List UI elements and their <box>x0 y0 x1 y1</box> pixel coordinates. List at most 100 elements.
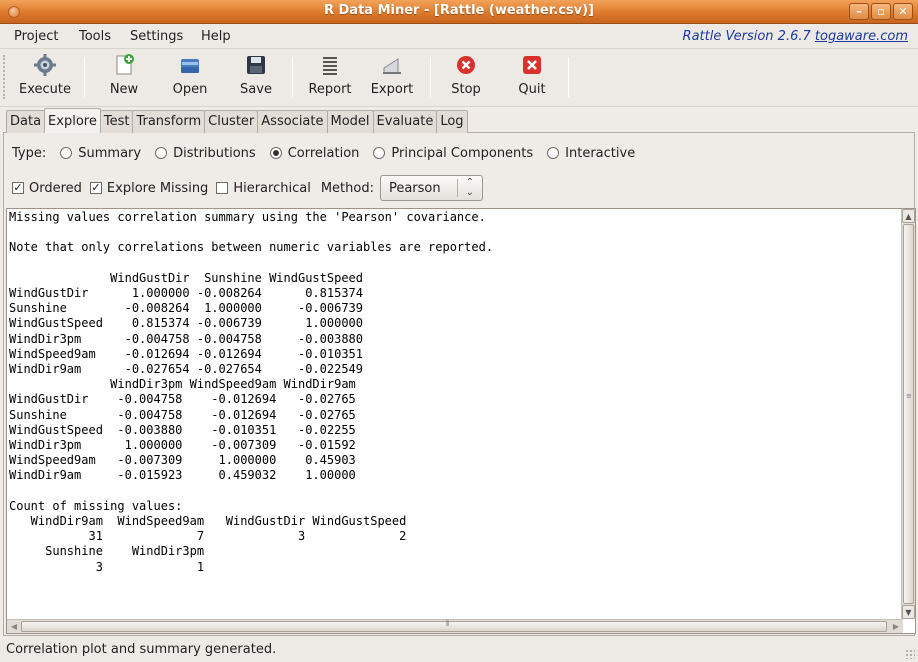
new-document-icon <box>112 53 136 77</box>
vertical-scrollbar[interactable]: ▲ ≡ ▼ <box>901 209 915 619</box>
tab-log[interactable]: Log <box>436 110 468 133</box>
checkbox-checked: ✓ <box>12 181 24 194</box>
radio-interactive-label: Interactive <box>565 145 636 161</box>
hierarchical-checkbox[interactable]: Hierarchical <box>216 180 311 196</box>
report-icon <box>318 53 342 77</box>
tab-test[interactable]: Test <box>99 110 134 133</box>
scroll-right-arrow-icon[interactable]: ▶ <box>889 620 903 633</box>
output-line: WindSpeed9am -0.007309 1.000000 0.45903 <box>9 453 356 468</box>
tab-transform[interactable]: Transform <box>132 110 206 133</box>
toolbar-separator <box>84 57 85 97</box>
scroll-down-arrow-icon[interactable]: ▼ <box>902 605 915 619</box>
checkbox-checked: ✓ <box>89 181 102 194</box>
menu-help[interactable]: Help <box>201 29 231 44</box>
export-button[interactable]: Export <box>362 53 422 103</box>
radio-summary-label: Summary <box>78 145 142 161</box>
tab-associate[interactable]: Associate <box>257 110 328 133</box>
stop-label: Stop <box>451 82 481 97</box>
stop-button[interactable]: Stop <box>438 53 494 103</box>
radio-indicator-selected <box>269 147 282 159</box>
menu-project[interactable]: Project <box>14 29 58 44</box>
tab-model[interactable]: Model <box>326 110 374 133</box>
horizontal-scrollbar[interactable]: ◀ ⦀ ▶ <box>7 619 903 633</box>
toolbar: Execute New Open Save Report Export Stop… <box>0 49 918 107</box>
output-line: WindDir9am -0.027654 -0.027654 -0.022549 <box>9 362 364 377</box>
new-label: New <box>109 82 139 97</box>
explore-missing-label: Explore Missing <box>106 180 209 196</box>
ordered-label: Ordered <box>29 180 82 196</box>
ordered-checkbox[interactable]: ✓ Ordered <box>12 181 82 196</box>
tab-cluster[interactable]: Cluster <box>204 110 259 133</box>
maximize-button[interactable]: ▫ <box>871 3 891 20</box>
output-line: WindGustDir Sunshine WindGustSpeed <box>9 270 364 285</box>
output-line: 3 1 <box>9 559 205 574</box>
quit-label: Quit <box>518 82 546 97</box>
hierarchical-label: Hierarchical <box>233 180 311 196</box>
version-info: Rattle Version 2.6.7 togaware.com <box>683 29 908 44</box>
tab-evaluate[interactable]: Evaluate <box>372 110 438 133</box>
scroll-grip-icon: ⦀ <box>446 619 450 628</box>
version-text: Rattle Version 2.6.7 <box>682 29 815 44</box>
tab-bar: Data Explore Test Transform Cluster Asso… <box>6 108 468 133</box>
export-icon <box>380 53 404 77</box>
new-button[interactable]: New <box>96 53 152 103</box>
output-line: WindDir9am WindSpeed9am WindGustDir Wind… <box>9 514 407 529</box>
output-line: WindGustSpeed -0.003880 -0.010351 -0.022… <box>9 422 356 437</box>
method-label: Method: <box>320 180 374 196</box>
scroll-grip-icon: ≡ <box>906 392 912 400</box>
output-line: Sunshine -0.004758 -0.012694 -0.02765 <box>9 407 356 422</box>
up-down-arrows-icon: ⌃ ⌄ <box>465 177 474 198</box>
tab-data[interactable]: Data <box>6 110 46 133</box>
output-line: WindGustDir 1.000000 -0.008264 0.815374 <box>9 286 364 301</box>
toolbar-separator <box>430 57 431 97</box>
title-bar: R Data Miner - [Rattle (weather.csv)] – … <box>0 0 918 24</box>
toolbar-separator <box>292 57 293 97</box>
quit-button[interactable]: Quit <box>504 53 560 103</box>
output-text: Missing values correlation summary using… <box>9 210 493 575</box>
window-controls: – ▫ ✕ <box>849 3 913 20</box>
radio-distributions-label: Distributions <box>173 145 256 161</box>
vertical-scroll-thumb[interactable]: ≡ <box>903 224 914 604</box>
save-label: Save <box>240 82 272 97</box>
radio-interactive[interactable]: Interactive <box>547 146 635 161</box>
radio-principal-components[interactable]: Principal Components <box>373 146 533 161</box>
toolbar-separator <box>568 57 569 97</box>
execute-label: Execute <box>19 82 71 97</box>
resize-grip-icon[interactable] <box>905 649 915 659</box>
save-button[interactable]: Save <box>228 53 284 103</box>
scroll-left-arrow-icon[interactable]: ◀ <box>7 620 21 633</box>
scroll-up-arrow-icon[interactable]: ▲ <box>902 209 915 223</box>
radio-correlation[interactable]: Correlation <box>269 146 359 161</box>
output-line: WindSpeed9am -0.012694 -0.012694 -0.0103… <box>9 346 364 361</box>
output-textview[interactable]: Missing values correlation summary using… <box>6 208 916 634</box>
open-label: Open <box>172 82 208 97</box>
type-label: Type: <box>12 145 47 161</box>
type-selector: Type: Summary Distributions Correlation … <box>12 144 649 162</box>
method-combobox[interactable]: Pearson ⌃ ⌄ <box>379 175 483 201</box>
menu-tools[interactable]: Tools <box>79 29 111 44</box>
open-button[interactable]: Open <box>162 53 218 103</box>
explore-missing-checkbox[interactable]: ✓ Explore Missing <box>89 180 209 196</box>
menu-settings[interactable]: Settings <box>130 29 183 44</box>
radio-summary[interactable]: Summary <box>60 146 141 161</box>
options-row: ✓ Ordered ✓ Explore Missing Hierarchical M… <box>12 175 483 201</box>
output-line: WindDir3pm 1.000000 -0.007309 -0.01592 <box>9 438 356 453</box>
tab-explore[interactable]: Explore <box>44 108 101 133</box>
close-button[interactable]: ✕ <box>893 3 913 20</box>
toolbar-handle[interactable] <box>3 55 7 99</box>
report-button[interactable]: Report <box>300 53 360 103</box>
horizontal-scroll-thumb[interactable]: ⦀ <box>21 619 887 632</box>
output-line: WindGustSpeed 0.815374 -0.006739 1.00000… <box>9 316 364 331</box>
output-line: 31 7 3 2 <box>9 529 407 544</box>
execute-button[interactable]: Execute <box>14 53 76 103</box>
radio-distributions[interactable]: Distributions <box>155 146 256 161</box>
checkbox-unchecked <box>216 182 229 194</box>
folder-open-icon <box>178 53 202 77</box>
gear-icon <box>33 53 57 77</box>
output-line: Missing values correlation summary using… <box>9 210 486 224</box>
minimize-button[interactable]: – <box>849 3 869 20</box>
togaware-link[interactable]: togaware.com <box>815 29 908 44</box>
status-text: Correlation plot and summary generated. <box>6 642 277 657</box>
